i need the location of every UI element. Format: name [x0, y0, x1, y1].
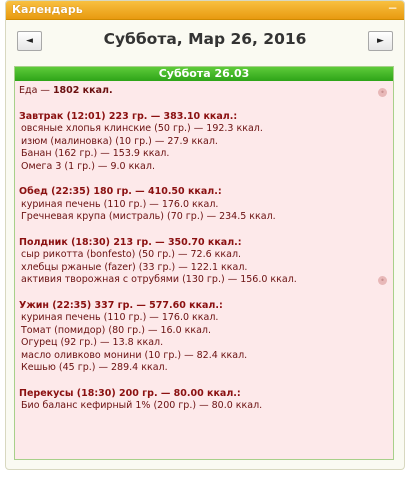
meal-item: масло оливково монини (10 гр.) — 82.4 кк…	[21, 349, 248, 361]
day-total: Еда — 1802 ккал.	[19, 85, 373, 98]
day-panel: Суббота 26.03 • • Еда — 1802 ккал. Завтр…	[14, 66, 394, 460]
meal-item: сыр рикотта (bonfesto) (50 гр.) — 72.6 к…	[21, 249, 242, 260]
widget-titlebar: Календарь −	[6, 1, 404, 20]
meal-block: Перекусы (18:30) 200 гр. — 80.00 ккал.: …	[19, 388, 373, 413]
widget-title: Календарь	[12, 3, 83, 16]
meal-item: Томат (помидор) (80 гр.) — 16.0 ккал.	[21, 324, 212, 336]
meal-item: Гречневая крупа (мистраль) (70 гр.) — 23…	[21, 211, 276, 222]
meal-block: Ужин (22:35) 337 гр. — 577.60 ккал.: кур…	[19, 300, 373, 375]
meal-item: хлебцы ржаные (fazer) (33 гр.) — 122.1 к…	[21, 261, 248, 273]
meal-item: Омега 3 (1 гр.) — 9.0 ккал.	[21, 160, 155, 172]
meal-item: Огурец (92 гр.) — 13.8 ккал.	[21, 337, 164, 348]
minus-icon[interactable]: −	[386, 2, 399, 15]
current-date: Суббота, Мар 26, 2016	[103, 30, 307, 48]
meal-title: Обед (22:35) 180 гр. — 410.50 ккал.:	[19, 186, 222, 197]
meal-title: Ужин (22:35) 337 гр. — 577.60 ккал.:	[19, 299, 223, 311]
meal-block: Полдник (18:30) 213 гр. — 350.70 ккал.: …	[19, 237, 373, 287]
meal-title: Полдник (18:30) 213 гр. — 350.70 ккал.:	[19, 236, 242, 248]
meal-item: овсяные хлопья клинские (50 гр.) — 192.3…	[21, 123, 263, 134]
day-total-value: 1802 ккал.	[52, 85, 113, 96]
meal-title: Завтрак (12:01) 223 гр. — 383.10 ккал.:	[19, 110, 238, 122]
meal-item: Био баланс кефирный 1% (200 гр.) — 80.0 …	[21, 400, 263, 411]
meal-item: Кешью (45 гр.) — 289.4 ккал.	[21, 362, 168, 373]
drag-handle-icon[interactable]: •	[378, 88, 387, 97]
meal-item: куриная печень (110 гр.) — 176.0 ккал.	[21, 198, 219, 210]
day-content: Еда — 1802 ккал. Завтрак (12:01) 223 гр.…	[19, 85, 373, 413]
meal-item: активия творожная с отрубями (130 гр.) —…	[21, 274, 297, 285]
day-total-label: Еда —	[19, 85, 53, 96]
meal-block: Завтрак (12:01) 223 гр. — 383.10 ккал.: …	[19, 111, 373, 174]
meal-title: Перекусы (18:30) 200 гр. — 80.00 ккал.:	[19, 387, 241, 399]
meal-item: изюм (малиновка) (10 гр.) — 27.9 ккал.	[21, 135, 218, 147]
meal-block: Обед (22:35) 180 гр. — 410.50 ккал.: кур…	[19, 186, 373, 224]
prev-day-button[interactable]: ◄	[17, 31, 42, 51]
date-navigation: ◄ Суббота, Мар 26, 2016 ►	[6, 20, 404, 64]
meal-item: куриная печень (110 гр.) — 176.0 ккал.	[21, 312, 219, 323]
calendar-widget: Календарь − ◄ Суббота, Мар 26, 2016 ► Су…	[5, 0, 405, 470]
next-day-button[interactable]: ►	[368, 31, 393, 51]
meal-item: Банан (162 гр.) — 153.9 ккал.	[21, 148, 170, 159]
drag-handle-icon[interactable]: •	[378, 276, 387, 285]
day-header: Суббота 26.03	[15, 67, 393, 81]
